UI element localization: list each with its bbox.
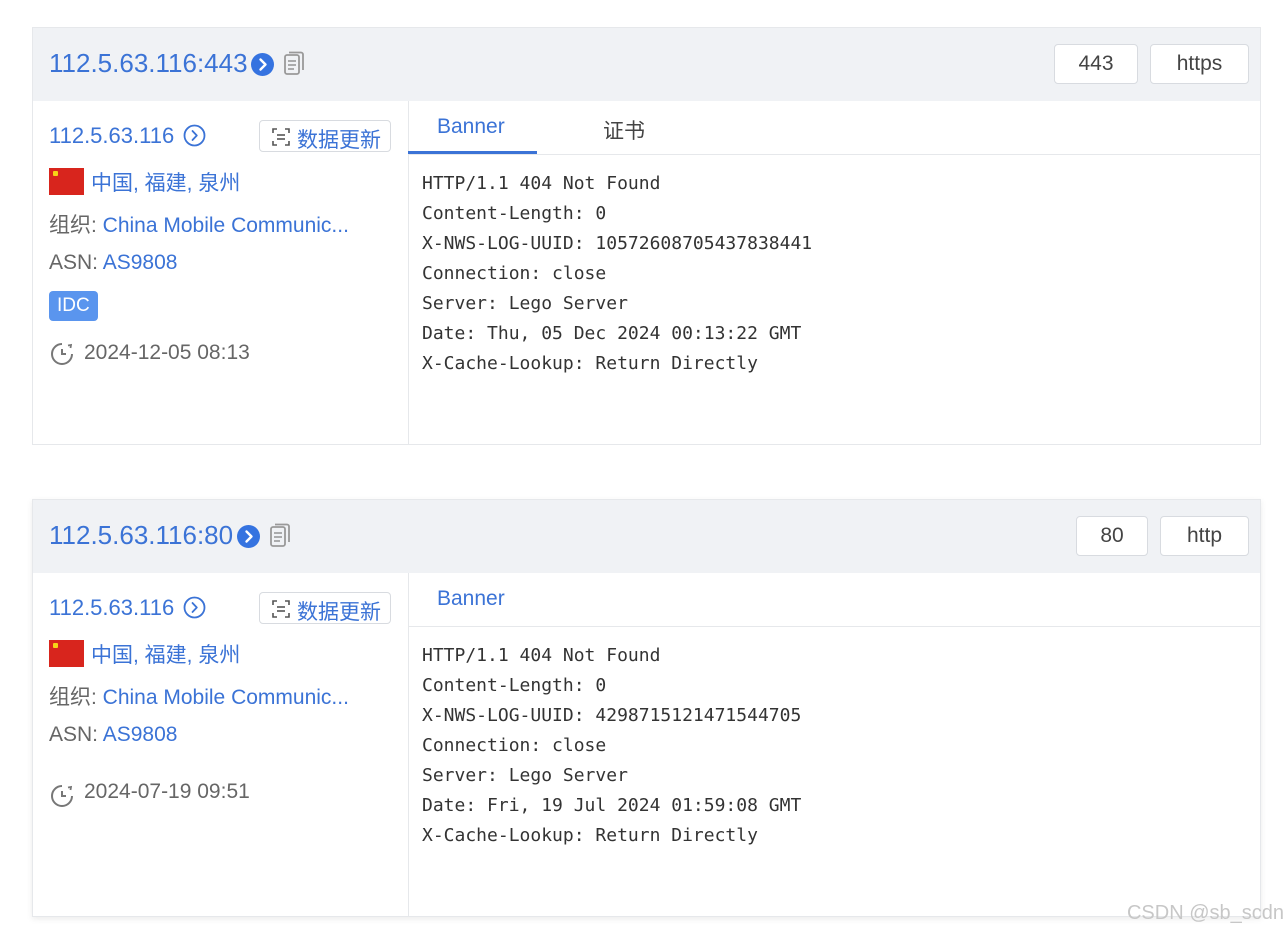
- chevron-circle-right-icon[interactable]: [237, 525, 260, 548]
- card-header: 112.5.63.116:80 80 http: [33, 500, 1260, 573]
- banner-line: X-NWS-LOG-UUID: 4298715121471544705: [422, 705, 802, 726]
- watermark: CSDN @sb_scdn: [1126, 902, 1284, 924]
- banner-line: HTTP/1.1 404 Not Found: [422, 173, 661, 194]
- data-update-button[interactable]: 数据更新: [259, 120, 391, 152]
- org-row: 组织: China Mobile Communic...: [49, 681, 349, 711]
- banner-content: HTTP/1.1 404 Not Found Content-Length: 0…: [422, 641, 801, 851]
- timestamp: 2024-12-05 08:13: [84, 341, 250, 364]
- protocol-tag[interactable]: http: [1160, 516, 1249, 556]
- card-header: 112.5.63.116:443 443 https: [33, 28, 1260, 101]
- data-update-label: 数据更新: [297, 129, 381, 152]
- banner-line: Server: Lego Server: [422, 765, 628, 786]
- idc-badge: IDC: [49, 291, 98, 321]
- banner-line: Connection: close: [422, 735, 607, 756]
- banner-line: X-Cache-Lookup: Return Directly: [422, 825, 758, 846]
- detail-panel: Banner 证书 HTTP/1.1 404 Not Found Content…: [408, 101, 1260, 444]
- tab-bar: Banner 证书: [408, 101, 1260, 155]
- banner-line: X-Cache-Lookup: Return Directly: [422, 353, 758, 374]
- data-update-button[interactable]: 数据更新: [259, 592, 391, 624]
- tab-certificate[interactable]: 证书: [603, 115, 645, 145]
- chevron-circle-right-icon[interactable]: [251, 53, 274, 76]
- org-link[interactable]: China Mobile Communic...: [103, 686, 349, 709]
- asn-link[interactable]: AS9808: [103, 723, 178, 746]
- org-link[interactable]: China Mobile Communic...: [103, 214, 349, 237]
- org-row: 组织: China Mobile Communic...: [49, 209, 349, 239]
- detail-panel: Banner HTTP/1.1 404 Not Found Content-Le…: [408, 573, 1260, 916]
- banner-line: HTTP/1.1 404 Not Found: [422, 645, 661, 666]
- result-card: 112.5.63.116:80 80 http 112.5.63.116 数据更…: [32, 499, 1261, 917]
- china-flag-icon: [49, 168, 84, 195]
- port-tag[interactable]: 443: [1054, 44, 1138, 84]
- host-info-panel: 112.5.63.116 数据更新 中国, 福建, 泉州 组织: China M…: [33, 101, 409, 444]
- tab-bar: Banner: [408, 573, 1260, 627]
- chevron-circle-right-icon[interactable]: [183, 596, 206, 624]
- org-label: 组织:: [49, 686, 103, 709]
- port-tag[interactable]: 80: [1076, 516, 1148, 556]
- china-flag-icon: [49, 640, 84, 667]
- banner-line: Content-Length: 0: [422, 203, 607, 224]
- tab-banner[interactable]: Banner: [437, 587, 505, 611]
- tab-banner[interactable]: Banner: [437, 115, 505, 139]
- banner-line: Connection: close: [422, 263, 607, 284]
- chevron-circle-right-icon[interactable]: [183, 124, 206, 152]
- protocol-tag[interactable]: https: [1150, 44, 1249, 84]
- copy-icon[interactable]: [269, 523, 291, 554]
- active-tab-indicator: [408, 151, 537, 154]
- asn-link[interactable]: AS9808: [103, 251, 178, 274]
- location-link[interactable]: 中国, 福建, 泉州: [91, 167, 240, 197]
- scan-icon: [272, 128, 290, 146]
- org-label: 组织:: [49, 214, 103, 237]
- asn-label: ASN:: [49, 723, 103, 746]
- banner-line: Server: Lego Server: [422, 293, 628, 314]
- asn-row: ASN: AS9808: [49, 251, 177, 275]
- location-link[interactable]: 中国, 福建, 泉州: [91, 639, 240, 669]
- data-update-label: 数据更新: [297, 601, 381, 624]
- ip-link[interactable]: 112.5.63.116: [49, 123, 174, 149]
- asn-label: ASN:: [49, 251, 103, 274]
- host-link[interactable]: 112.5.63.116:443: [49, 48, 248, 79]
- banner-line: Content-Length: 0: [422, 675, 607, 696]
- host-info-panel: 112.5.63.116 数据更新 中国, 福建, 泉州 组织: China M…: [33, 573, 409, 916]
- asn-row: ASN: AS9808: [49, 723, 177, 747]
- host-link[interactable]: 112.5.63.116:80: [49, 520, 233, 551]
- clock-icon: [49, 341, 75, 372]
- ip-link[interactable]: 112.5.63.116: [49, 595, 174, 621]
- scan-icon: [272, 600, 290, 618]
- clock-icon: [49, 783, 75, 814]
- banner-line: Date: Thu, 05 Dec 2024 00:13:22 GMT: [422, 323, 802, 344]
- banner-line: X-NWS-LOG-UUID: 10572608705437838441: [422, 233, 813, 254]
- result-card: 112.5.63.116:443 443 https 112.5.63.116 …: [32, 27, 1261, 445]
- timestamp: 2024-07-19 09:51: [84, 780, 250, 803]
- banner-content: HTTP/1.1 404 Not Found Content-Length: 0…: [422, 169, 812, 379]
- copy-icon[interactable]: [283, 51, 305, 82]
- banner-line: Date: Fri, 19 Jul 2024 01:59:08 GMT: [422, 795, 802, 816]
